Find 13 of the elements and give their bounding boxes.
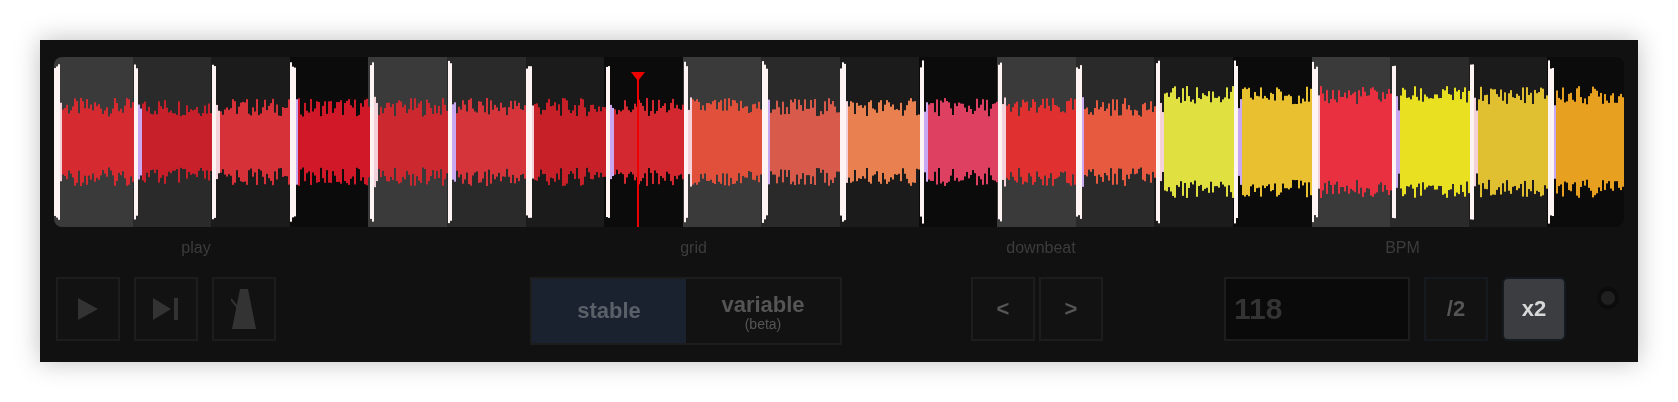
playhead-marker[interactable] bbox=[628, 72, 648, 227]
waveform-display[interactable] bbox=[54, 57, 1624, 227]
downbeat-button[interactable]: < bbox=[971, 277, 1035, 341]
play-icon bbox=[78, 298, 98, 320]
downbeat-button[interactable]: > bbox=[1039, 277, 1103, 341]
bpm-multiplier-button[interactable]: x2 bbox=[1502, 277, 1566, 341]
skip-forward-icon bbox=[153, 298, 179, 320]
play-button[interactable] bbox=[56, 277, 120, 341]
grid-mode-option[interactable]: stable bbox=[532, 279, 686, 343]
skip-button[interactable] bbox=[134, 277, 198, 341]
metronome-icon bbox=[231, 287, 257, 331]
metronome-button[interactable] bbox=[212, 277, 276, 341]
bpm-multiplier-button[interactable]: /2 bbox=[1424, 277, 1488, 341]
